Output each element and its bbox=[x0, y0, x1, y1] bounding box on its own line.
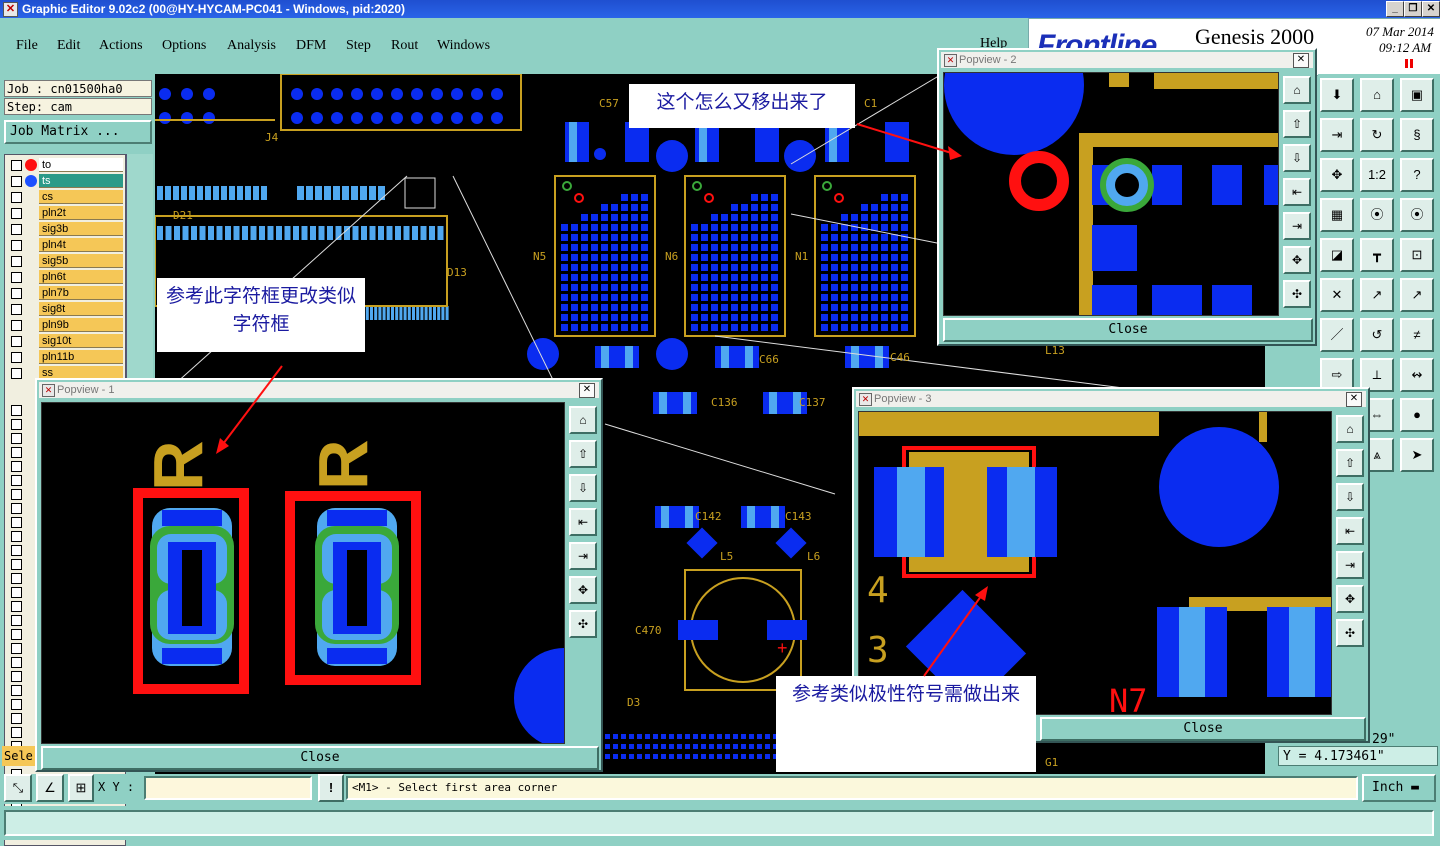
unit-selector[interactable]: Inch ▬ bbox=[1362, 774, 1436, 802]
message-area bbox=[4, 810, 1434, 836]
message-bar bbox=[0, 806, 1440, 840]
status-bar: ⤡ ∠ ⊞ X Y : ! <M1> - Select first area c… bbox=[0, 774, 1440, 804]
unit-value: Inch bbox=[1372, 780, 1404, 795]
chevron-down-icon: ▬ bbox=[1411, 780, 1419, 795]
xy-input[interactable] bbox=[144, 776, 312, 800]
warning-icon[interactable]: ! bbox=[318, 774, 344, 802]
grid-snap-icon[interactable]: ⊞ bbox=[68, 774, 94, 802]
select-mode-label: Sele bbox=[2, 746, 35, 766]
xy-label: X Y : bbox=[98, 780, 135, 794]
zoom-area-icon[interactable]: ⤡ bbox=[4, 774, 32, 802]
y-coordinate-readout: Y = 4.173461" bbox=[1278, 746, 1438, 766]
measure-angle-icon[interactable]: ∠ bbox=[36, 774, 64, 802]
status-message: <M1> - Select first area corner bbox=[346, 776, 1358, 800]
annotation-arrows bbox=[216, 123, 988, 677]
